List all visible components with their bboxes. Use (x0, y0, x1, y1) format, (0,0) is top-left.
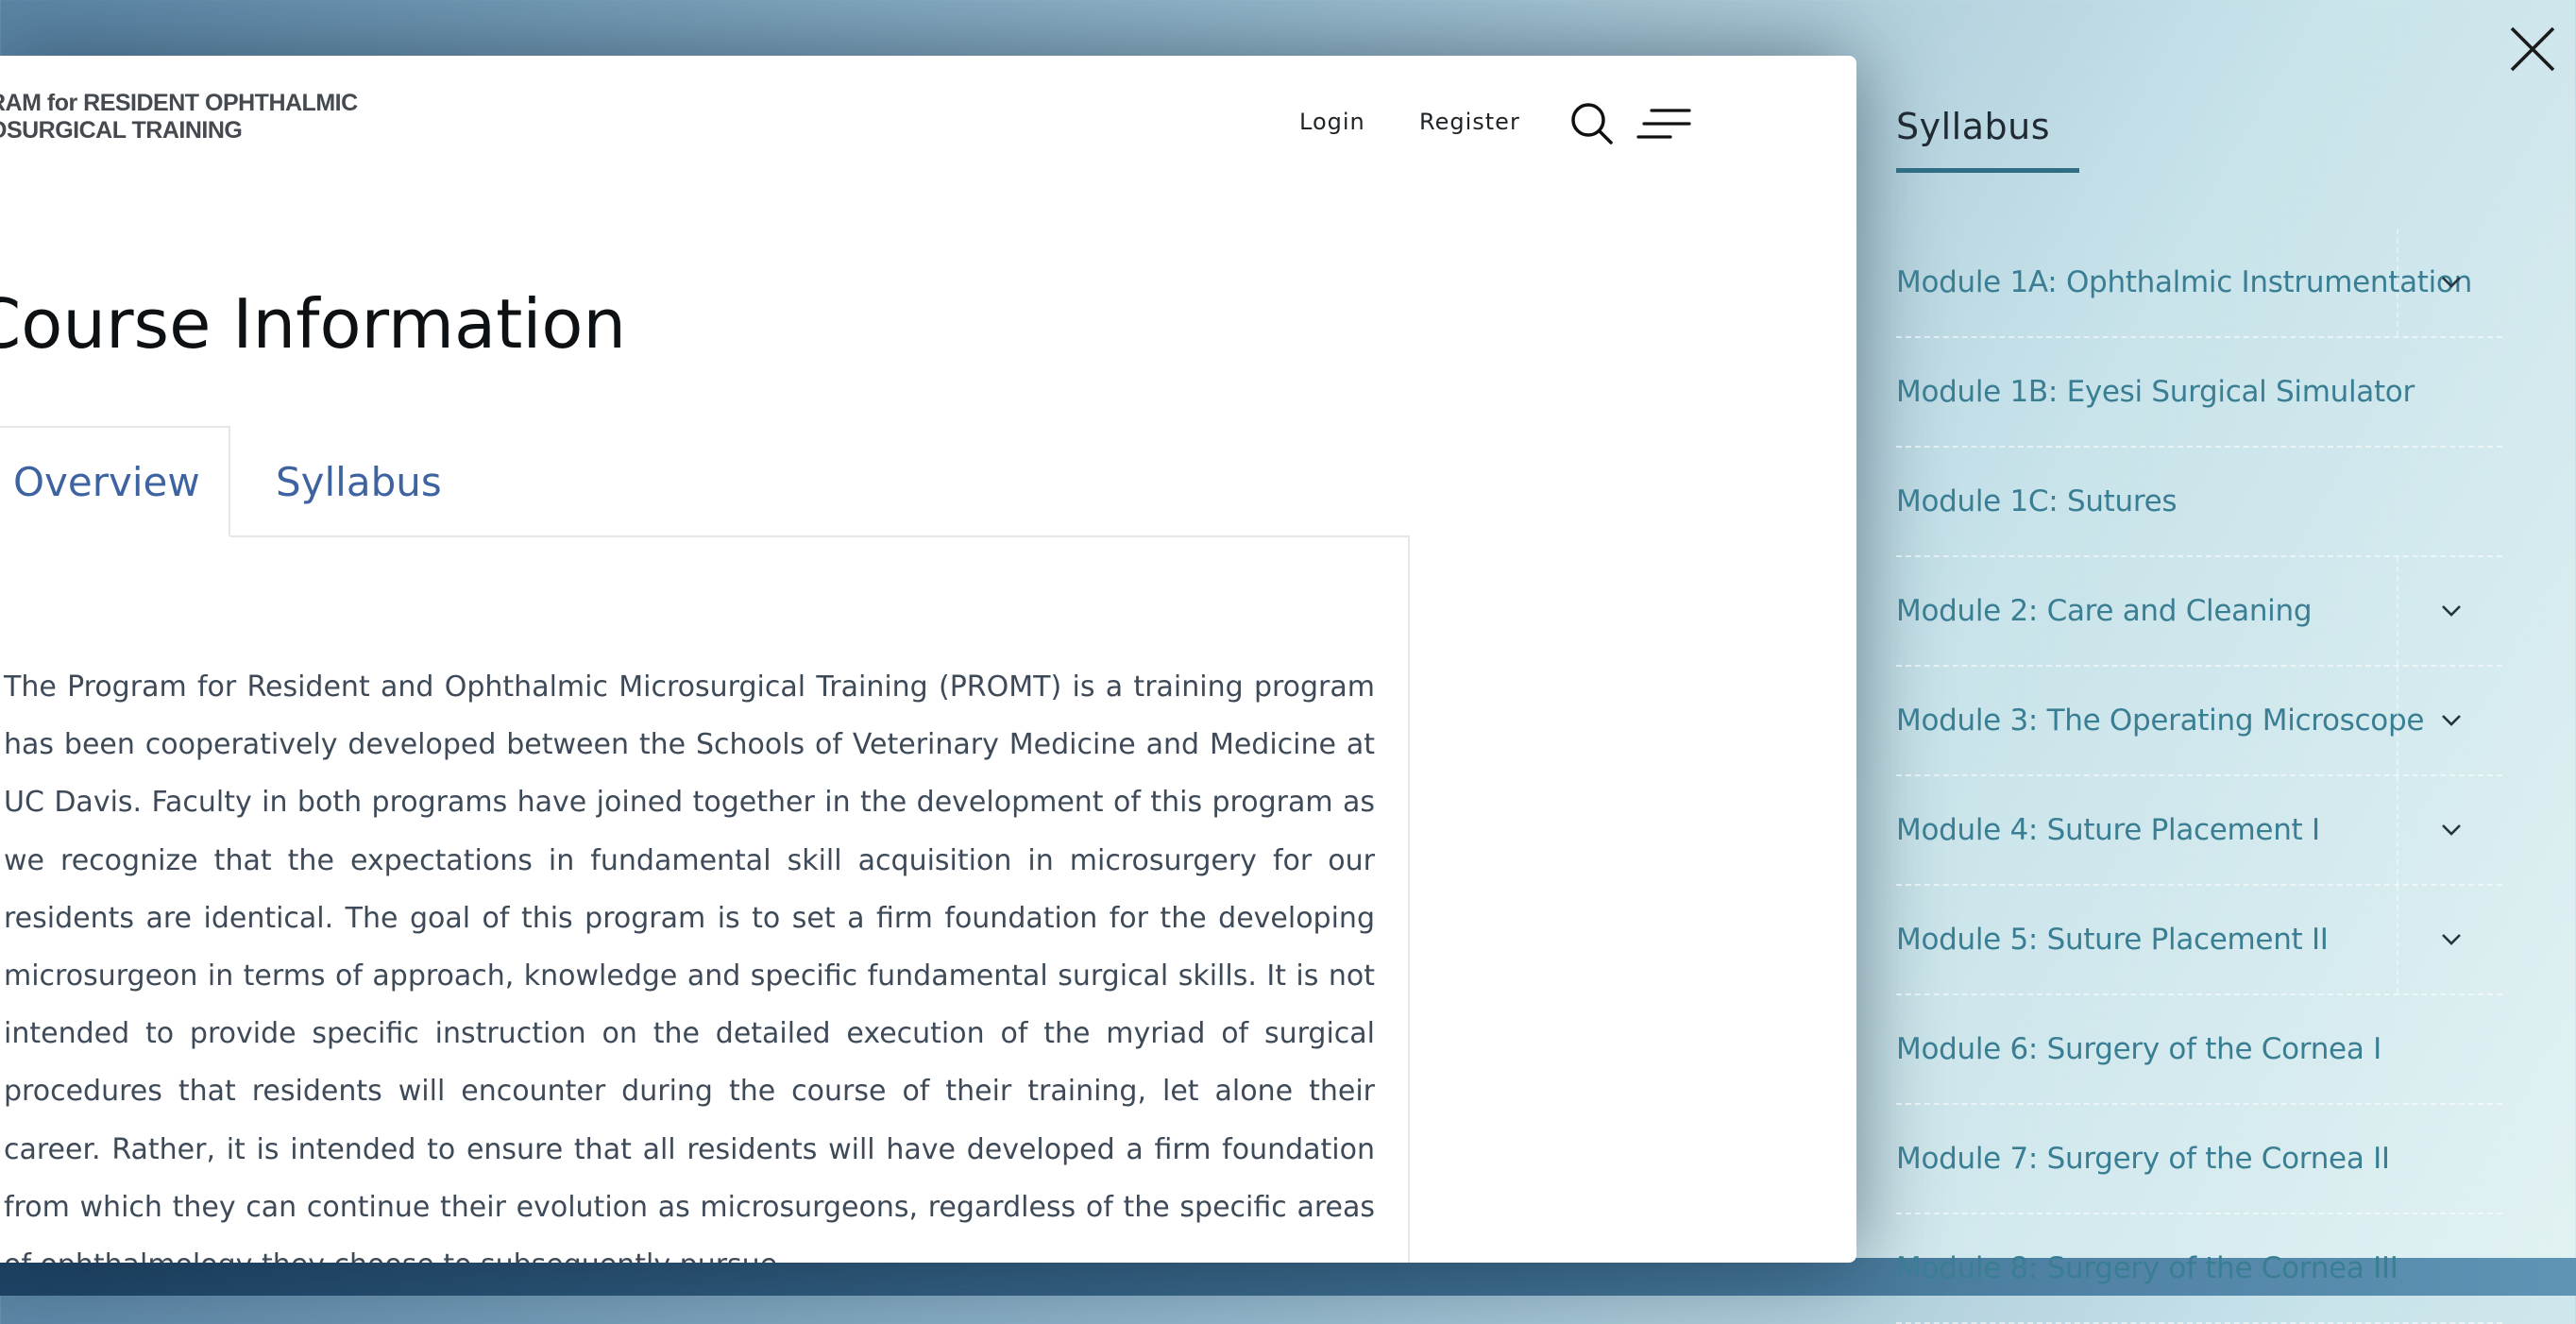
module-item[interactable]: Module 1C: Sutures (1896, 448, 2502, 557)
tab-syllabus-label: Syllabus (276, 458, 442, 505)
chevron-down-icon (2442, 277, 2461, 288)
module-label[interactable]: Module 1B: Eyesi Surgical Simulator (1896, 375, 2415, 409)
site-logo[interactable]: RAM for RESIDENT OPHTHALMIC OSURGICAL TR… (0, 90, 358, 144)
module-list: Module 1A: Ophthalmic Instrumentation Mo… (1896, 229, 2502, 1324)
expand-toggle[interactable] (2397, 229, 2504, 336)
module-label[interactable]: Module 1C: Sutures (1896, 484, 2178, 518)
module-item[interactable]: Module 8: Surgery of the Cornea III (1896, 1214, 2502, 1324)
expand-toggle[interactable] (2397, 557, 2504, 665)
chevron-down-icon (2442, 715, 2461, 726)
expand-toggle[interactable] (2397, 886, 2504, 993)
module-label[interactable]: Module 4: Suture Placement I (1896, 813, 2320, 847)
logo-line-2: OSURGICAL TRAINING (0, 117, 243, 144)
module-item[interactable]: Module 2: Care and Cleaning (1896, 557, 2502, 667)
module-item[interactable]: Module 5: Suture Placement II (1896, 886, 2502, 995)
expand-toggle[interactable] (2397, 667, 2504, 774)
module-item[interactable]: Module 3: The Operating Microscope (1896, 667, 2502, 776)
expand-toggle[interactable] (2397, 776, 2504, 884)
hamburger-menu-icon[interactable] (1636, 105, 1691, 143)
search-icon[interactable] (1569, 101, 1615, 146)
module-label[interactable]: Module 1A: Ophthalmic Instrumentation (1896, 265, 2472, 299)
overview-paragraph: The Program for Resident and Ophthalmic … (4, 670, 1375, 1263)
module-item[interactable]: Module 1A: Ophthalmic Instrumentation (1896, 229, 2502, 338)
module-label[interactable]: Module 2: Care and Cleaning (1896, 594, 2313, 628)
module-item[interactable]: Module 7: Surgery of the Cornea II (1896, 1105, 2502, 1214)
chevron-down-icon (2442, 605, 2461, 617)
syllabus-panel-title: Syllabus (1896, 106, 2051, 147)
module-label[interactable]: Module 5: Suture Placement II (1896, 923, 2329, 957)
login-link[interactable]: Login (1299, 109, 1365, 135)
chevron-down-icon (2442, 934, 2461, 945)
module-label[interactable]: Module 6: Surgery of the Cornea I (1896, 1032, 2381, 1066)
module-item[interactable]: Module 1B: Eyesi Surgical Simulator (1896, 338, 2502, 448)
page-title: Course Information (0, 284, 627, 364)
chevron-down-icon (2442, 824, 2461, 836)
logo-line-1: RAM for RESIDENT OPHTHALMIC (0, 90, 358, 116)
module-label[interactable]: Module 8: Surgery of the Cornea III (1896, 1251, 2398, 1285)
close-icon[interactable] (2506, 23, 2559, 76)
module-item[interactable]: Module 4: Suture Placement I (1896, 776, 2502, 886)
tab-syllabus[interactable]: Syllabus (276, 426, 442, 537)
title-underline (1896, 168, 2079, 173)
register-link[interactable]: Register (1419, 109, 1520, 135)
course-page: RAM for RESIDENT OPHTHALMIC OSURGICAL TR… (0, 56, 1856, 1263)
module-item[interactable]: Module 6: Surgery of the Cornea I (1896, 995, 2502, 1105)
module-label[interactable]: Module 3: The Operating Microscope (1896, 704, 2424, 738)
tab-overview[interactable]: Overview (0, 426, 230, 537)
tab-overview-label: Overview (13, 458, 200, 505)
module-label[interactable]: Module 7: Surgery of the Cornea II (1896, 1142, 2390, 1176)
